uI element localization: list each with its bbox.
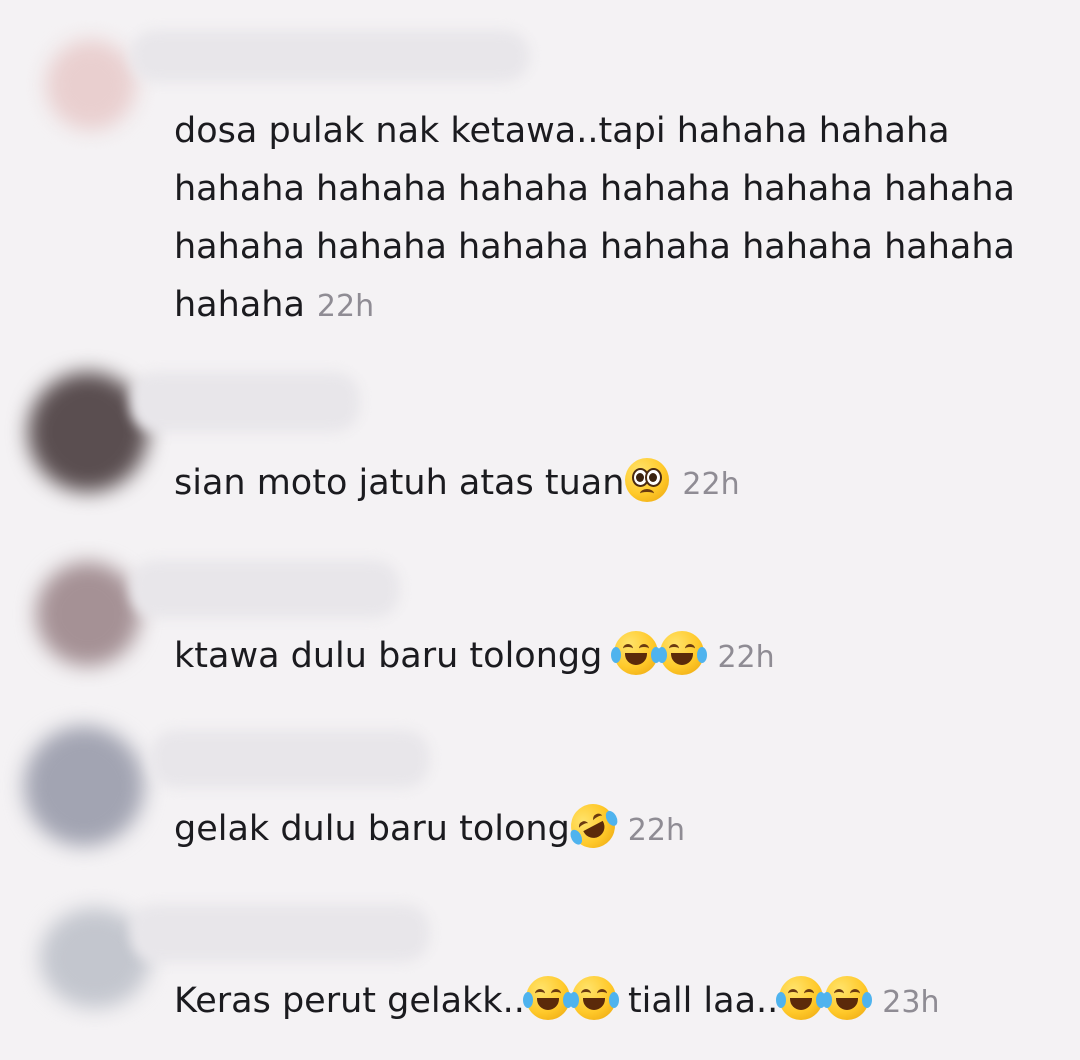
comment-timestamp: 22h (316, 289, 375, 324)
comment-text: gelak dulu baru tolong 22h (174, 796, 685, 860)
comment-text: dosa pulak nak ketawa..tapi hahaha hahah… (174, 102, 1024, 336)
username-redacted[interactable] (130, 30, 530, 82)
comment-text: ktawa dulu baru tolongg 22h (174, 627, 775, 687)
avatar[interactable] (46, 40, 136, 130)
username-redacted[interactable] (130, 372, 360, 432)
avatar[interactable] (24, 726, 144, 846)
comment-body: gelak dulu baru tolong (174, 809, 570, 849)
comment-timestamp: 22h (682, 467, 740, 502)
comment-body: dosa pulak nak ketawa..tapi hahaha hahah… (174, 111, 1015, 325)
face-with-tears-of-joy-icon (657, 631, 708, 675)
username-redacted[interactable] (130, 904, 430, 962)
comment-body: sian moto jatuh atas tuan (174, 463, 625, 503)
comment-body-part-1: Keras perut gelakk.. (174, 981, 525, 1021)
comment-text: sian moto jatuh atas tuan 22h (174, 454, 740, 514)
face-with-tears-of-joy-icon (822, 976, 873, 1020)
rolling-on-floor-laughing-icon (563, 796, 623, 856)
face-with-tears-of-joy-icon (611, 631, 662, 675)
pleading-face-icon (625, 458, 670, 502)
comment-timestamp: 22h (627, 813, 685, 848)
comment-timestamp: 22h (717, 640, 775, 675)
comment-timestamp: 23h (882, 985, 940, 1020)
face-with-tears-of-joy-icon (776, 976, 827, 1020)
username-redacted[interactable] (130, 560, 400, 618)
comment-body: ktawa dulu baru tolongg (174, 636, 614, 676)
face-with-tears-of-joy-icon (522, 976, 573, 1020)
comment-body-part-2: tiall laa.. (616, 981, 779, 1021)
comment-text: Keras perut gelakk.. tiall laa.. 23h (174, 972, 939, 1032)
avatar[interactable] (36, 562, 140, 666)
username-redacted[interactable] (150, 730, 430, 788)
face-with-tears-of-joy-icon (568, 976, 619, 1020)
